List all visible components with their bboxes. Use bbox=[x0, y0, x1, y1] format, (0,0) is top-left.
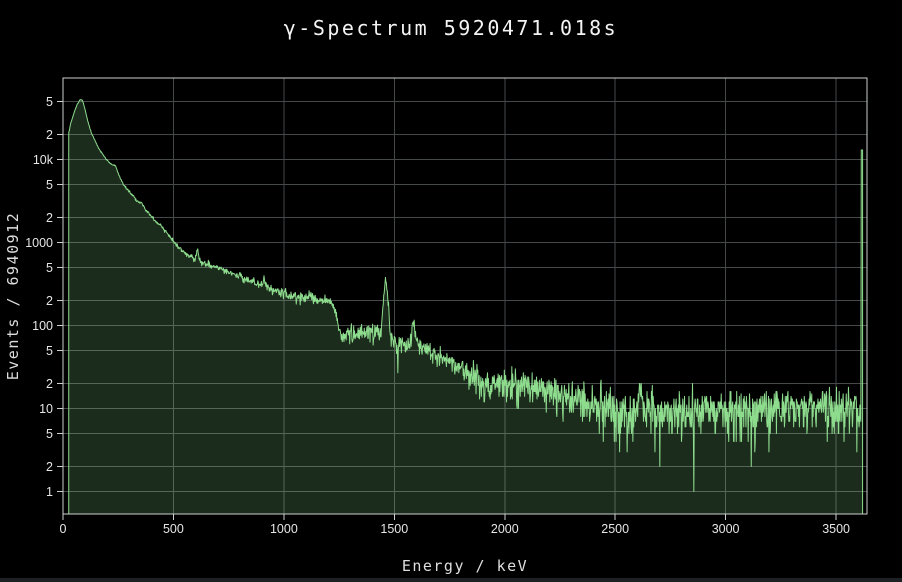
y-tick-label: 5 bbox=[46, 95, 53, 109]
spectrum-viewer-window: γ-Spectrum 5920471.018s 1251025100251000… bbox=[0, 0, 902, 582]
y-tick-label: 10 bbox=[39, 402, 53, 416]
x-tick-label: 2500 bbox=[601, 522, 629, 536]
x-tick-label: 2000 bbox=[491, 522, 519, 536]
y-tick-label: 2 bbox=[46, 460, 53, 474]
y-tick-label: 1 bbox=[46, 485, 53, 499]
y-tick-label: 2 bbox=[46, 128, 53, 142]
x-tick-label: 1500 bbox=[380, 522, 408, 536]
window-bottom-edge bbox=[0, 578, 902, 582]
y-tick-label: 10k bbox=[33, 153, 54, 167]
y-tick-label: 100 bbox=[32, 319, 53, 333]
y-tick-label: 5 bbox=[46, 261, 53, 275]
spectrum-plot: 1 2 5 10 2 5 100 2 5 1000 2 5 10k 2 5 0 500 1000 1500 2000 2… bbox=[0, 0, 902, 582]
y-tick-label: 2 bbox=[46, 211, 53, 225]
y-axis-label: Events / 6940912 bbox=[4, 78, 24, 514]
x-tick-label: 3000 bbox=[712, 522, 740, 536]
y-tick-label: 5 bbox=[46, 178, 53, 192]
x-axis-label: Energy / keV bbox=[63, 557, 867, 575]
x-tick-label: 1000 bbox=[270, 522, 298, 536]
y-tick-label: 1000 bbox=[25, 236, 53, 250]
y-tick-label: 5 bbox=[46, 344, 53, 358]
x-tick-label: 500 bbox=[163, 522, 184, 536]
x-tick-label: 0 bbox=[60, 522, 67, 536]
y-tick-label: 2 bbox=[46, 377, 53, 391]
spectrum-fill bbox=[69, 100, 863, 514]
y-tick-label: 2 bbox=[46, 294, 53, 308]
x-tick-label: 3500 bbox=[822, 522, 850, 536]
y-tick-label: 5 bbox=[46, 427, 53, 441]
